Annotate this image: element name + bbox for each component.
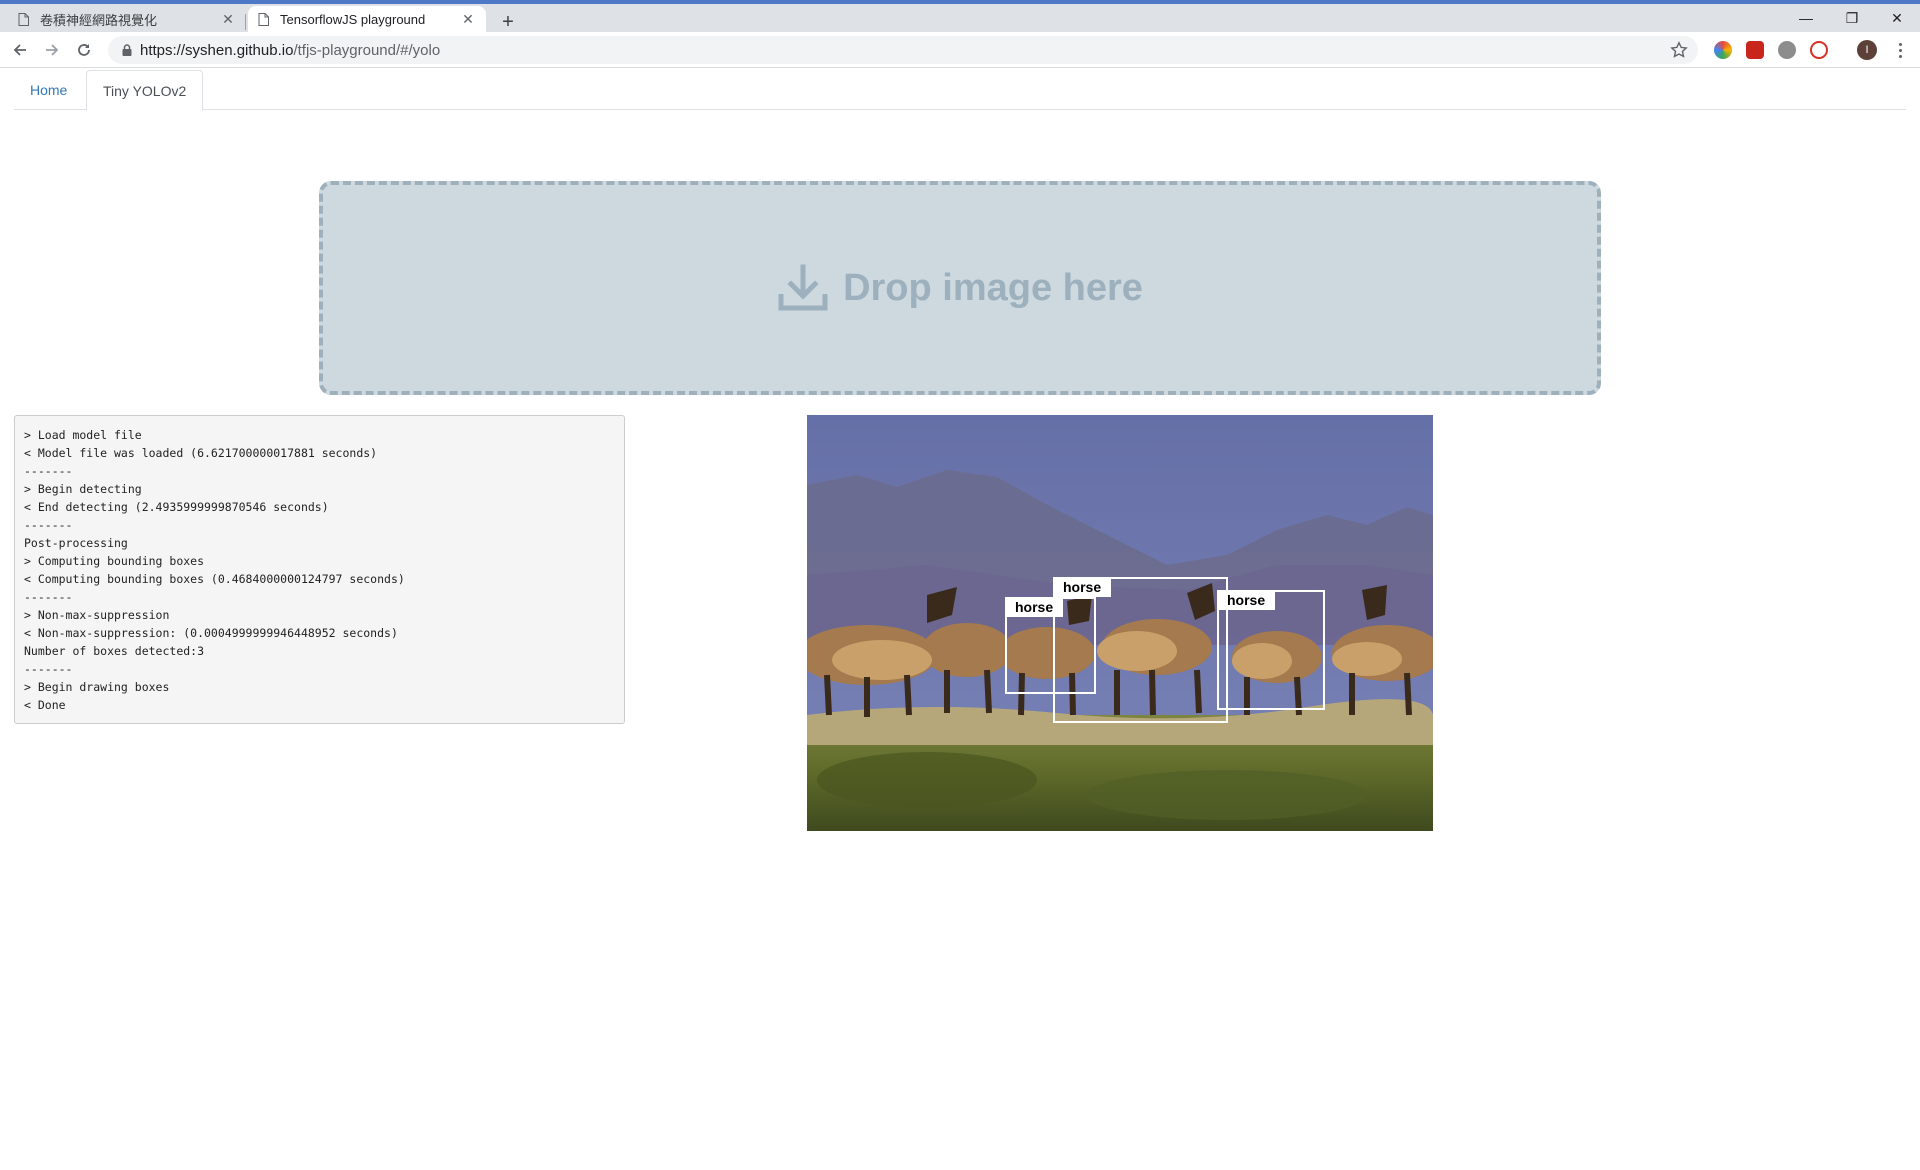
log-line: ------- [24, 590, 73, 604]
page-icon [258, 12, 270, 26]
profile-avatar[interactable]: I [1857, 40, 1877, 60]
arrow-right-icon [46, 44, 59, 56]
extension-block-icon[interactable] [1810, 41, 1828, 59]
log-line: ------- [24, 662, 73, 676]
detection-image: horse horse horse [807, 415, 1433, 831]
reload-button[interactable] [72, 38, 96, 62]
back-button[interactable] [8, 38, 32, 62]
detection-box: horse [1053, 577, 1228, 723]
log-line: < Computing bounding boxes (0.4684000000… [24, 572, 405, 586]
tab-title: 卷積神經網路視覺化 [40, 12, 158, 28]
browser-toolbar: https://syshen.github.io/tfjs-playground… [0, 32, 1920, 68]
tab-strip: 卷積神經網路視覺化 ✕ TensorflowJS playground ✕ + … [0, 4, 1920, 34]
tab-title: TensorflowJS playground [280, 11, 426, 27]
forward-button[interactable] [40, 38, 64, 62]
lock-icon [122, 44, 132, 56]
log-line: Post-processing [24, 536, 128, 550]
log-line: > Load model file [24, 428, 142, 442]
url-host: https://syshen.github.io [140, 42, 294, 59]
address-bar[interactable]: https://syshen.github.io/tfjs-playground… [108, 36, 1698, 64]
browser-tab-tfjs-playground[interactable]: TensorflowJS playground ✕ [248, 6, 486, 32]
image-dropzone[interactable]: Drop image here [319, 181, 1601, 395]
log-line: > Begin detecting [24, 482, 142, 496]
detection-label: horse [1217, 590, 1276, 610]
tab-home[interactable]: Home [14, 70, 83, 110]
close-window-button[interactable]: ✕ [1877, 8, 1917, 28]
log-line: ------- [24, 518, 73, 532]
tab-tiny-yolov2[interactable]: Tiny YOLOv2 [86, 70, 204, 111]
log-line: < Model file was loaded (6.6217000000178… [24, 446, 378, 460]
browser-tab-cnn-visualization[interactable]: 卷積神經網路視覺化 ✕ [8, 6, 246, 32]
extension-red-icon[interactable] [1746, 41, 1764, 59]
minimize-button[interactable]: — [1786, 8, 1826, 28]
extension-grey-icon[interactable] [1778, 41, 1796, 59]
arrow-left-icon [13, 44, 26, 56]
new-tab-button[interactable]: + [496, 10, 520, 34]
log-line: < Non-max-suppression: (0.00049999999464… [24, 626, 398, 640]
log-line: > Computing bounding boxes [24, 554, 205, 568]
log-line: > Begin drawing boxes [24, 680, 170, 694]
tab-separator [245, 14, 246, 30]
log-line: ------- [24, 464, 73, 478]
page-nav-tabs: Home Tiny YOLOv2 [14, 70, 1906, 111]
tab-close-icon[interactable]: ✕ [460, 11, 476, 27]
log-line: Number of boxes detected:3 [24, 644, 205, 658]
url-path: /tfjs-playground/#/yolo [293, 42, 441, 59]
restore-button[interactable]: ❐ [1832, 8, 1872, 28]
url-text: https://syshen.github.io/tfjs-playground… [140, 42, 440, 59]
download-icon [778, 264, 828, 311]
log-line: < End detecting (2.4935999999870546 seco… [24, 500, 329, 514]
bookmark-star-icon[interactable] [1670, 41, 1688, 59]
extension-colorful-icon[interactable] [1714, 41, 1732, 59]
detection-box: horse [1217, 590, 1325, 710]
log-line: < Done [24, 698, 66, 712]
detection-log: > Load model file < Model file was loade… [14, 415, 625, 724]
log-line: > Non-max-suppression [24, 608, 170, 622]
tab-close-icon[interactable]: ✕ [220, 11, 236, 27]
dropzone-label: Drop image here [843, 266, 1143, 309]
detection-label: horse [1053, 577, 1112, 597]
browser-menu-icon[interactable] [1892, 40, 1908, 60]
page-icon [18, 12, 30, 26]
reload-icon [78, 44, 90, 56]
